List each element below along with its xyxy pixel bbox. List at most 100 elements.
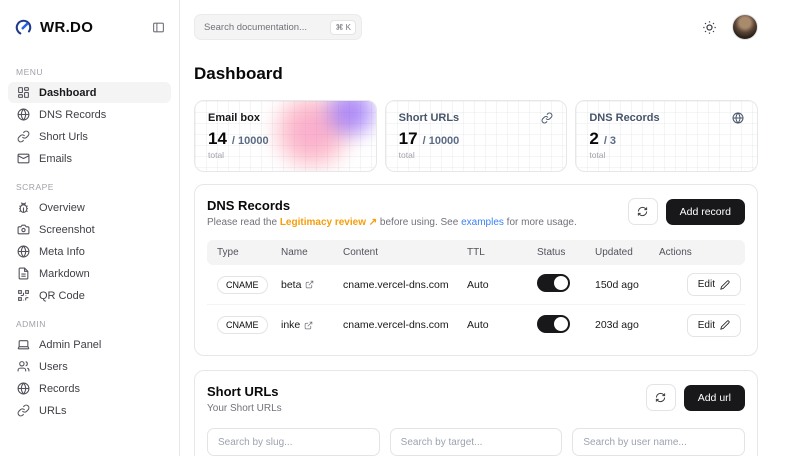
stat-card-email-box: Email box 14 / 10000 total <box>194 100 377 172</box>
camera-icon <box>17 223 30 236</box>
col-header-actions: Actions <box>649 247 745 258</box>
sidebar-item-label: Admin Panel <box>39 339 101 351</box>
pencil-icon <box>720 320 730 330</box>
edit-record-button[interactable]: Edit <box>687 273 741 296</box>
sidebar-item-short-urls[interactable]: Short Urls <box>8 126 171 147</box>
stat-value: 2 <box>589 129 598 149</box>
record-content: cname.vercel-dns.com <box>333 279 457 291</box>
bug-icon <box>17 201 30 214</box>
search-input[interactable] <box>204 22 324 33</box>
stat-title: DNS Records <box>589 112 659 124</box>
search-by-user-name-input[interactable] <box>572 428 745 456</box>
stat-limit: / 3 <box>604 135 616 147</box>
sidebar-item-admin-panel[interactable]: Admin Panel <box>8 334 171 355</box>
sidebar-item-label: URLs <box>39 405 67 417</box>
sidebar-item-screenshot[interactable]: Screenshot <box>8 219 171 240</box>
sidebar-item-label: Users <box>39 361 68 373</box>
link-icon <box>17 130 30 143</box>
stat-caption: total <box>589 150 744 160</box>
status-toggle[interactable] <box>537 315 570 333</box>
add-url-button[interactable]: Add url <box>684 385 745 411</box>
link-icon <box>17 404 30 417</box>
globe-icon <box>17 108 30 121</box>
add-record-button[interactable]: Add record <box>666 199 745 225</box>
page-title: Dashboard <box>194 64 758 84</box>
record-ttl: Auto <box>457 319 527 331</box>
stat-limit: / 10000 <box>232 135 269 147</box>
sidebar-collapse-icon[interactable] <box>152 21 165 34</box>
short-urls-panel-subtitle: Your Short URLs <box>207 403 282 414</box>
page-content: Dashboard Email box 14 / 10000 total <box>180 54 800 456</box>
dns-table-row: CNAME inke cname.vercel-dns.com Auto 203… <box>207 305 745 345</box>
link-icon <box>541 112 553 124</box>
short-urls-panel: Short URLs Your Short URLs Add url <box>194 370 758 456</box>
sidebar-item-users[interactable]: Users <box>8 356 171 377</box>
dashboard-icon <box>17 86 30 99</box>
sidebar-item-qr-code[interactable]: QR Code <box>8 285 171 306</box>
search-by-target-input[interactable] <box>390 428 563 456</box>
col-header-name: Name <box>271 247 333 258</box>
users-icon <box>17 360 30 373</box>
col-header-content: Content <box>333 247 457 258</box>
dns-table: Type Name Content TTL Status Updated Act… <box>207 240 745 345</box>
dns-table-header-row: Type Name Content TTL Status Updated Act… <box>207 240 745 265</box>
refresh-button[interactable] <box>646 384 676 411</box>
record-content: cname.vercel-dns.com <box>333 319 457 331</box>
search-by-slug-input[interactable] <box>207 428 380 456</box>
sidebar-item-urls[interactable]: URLs <box>8 400 171 421</box>
edit-button-label: Edit <box>698 320 715 331</box>
col-header-updated: Updated <box>585 247 649 258</box>
sidebar-item-label: Dashboard <box>39 87 96 99</box>
sidebar-item-markdown[interactable]: Markdown <box>8 263 171 284</box>
globe-icon <box>17 245 30 258</box>
dns-panel-title: DNS Records <box>207 198 577 213</box>
stat-caption: total <box>208 150 363 160</box>
short-urls-panel-title: Short URLs <box>207 384 282 399</box>
legitimacy-review-link[interactable]: Legitimacy review ↗ <box>280 217 377 228</box>
col-header-ttl: TTL <box>457 247 527 258</box>
record-updated: 150d ago <box>585 279 649 291</box>
record-name[interactable]: beta <box>281 279 301 291</box>
refresh-icon <box>655 392 666 403</box>
logo-row: WR.DO <box>0 0 179 54</box>
sidebar-item-overview[interactable]: Overview <box>8 197 171 218</box>
search-box[interactable]: ⌘ K <box>194 14 362 40</box>
theme-toggle-sun-icon[interactable] <box>702 20 717 35</box>
sidebar-item-label: DNS Records <box>39 109 106 121</box>
record-name[interactable]: inke <box>281 319 300 331</box>
user-avatar[interactable] <box>732 14 758 40</box>
sidebar: WR.DO MENU Dashboard DNS Records Sh <box>0 0 180 456</box>
sidebar-item-label: Emails <box>39 153 72 165</box>
sidebar-item-label: Records <box>39 383 80 395</box>
stat-card-dns-records: DNS Records 2 / 3 total <box>575 100 758 172</box>
refresh-icon <box>637 206 648 217</box>
stats-row: Email box 14 / 10000 total Short URLs <box>194 100 758 172</box>
desc-text: Please read the <box>207 217 280 228</box>
external-link-icon <box>305 280 314 289</box>
record-type-badge: CNAME <box>217 316 268 334</box>
short-urls-filters <box>207 428 745 456</box>
laptop-icon <box>17 338 30 351</box>
stat-caption: total <box>399 150 554 160</box>
edit-record-button[interactable]: Edit <box>687 314 741 337</box>
examples-link[interactable]: examples <box>461 217 504 228</box>
sidebar-item-dashboard[interactable]: Dashboard <box>8 82 171 103</box>
dns-table-row: CNAME beta cname.vercel-dns.com Auto 150… <box>207 265 745 305</box>
sidebar-item-emails[interactable]: Emails <box>8 148 171 169</box>
sidebar-item-label: Short Urls <box>39 131 88 143</box>
external-link-icon <box>304 321 313 330</box>
sidebar-item-dns-records[interactable]: DNS Records <box>8 104 171 125</box>
refresh-button[interactable] <box>628 198 658 225</box>
sidebar-item-meta-info[interactable]: Meta Info <box>8 241 171 262</box>
record-type-badge: CNAME <box>217 276 268 294</box>
globe-icon <box>732 112 744 124</box>
dns-panel-description: Please read the Legitimacy review ↗ befo… <box>207 217 577 228</box>
main-area: ⌘ K Dashboard Email box <box>180 0 800 456</box>
record-ttl: Auto <box>457 279 527 291</box>
stat-card-short-urls: Short URLs 17 / 10000 total <box>385 100 568 172</box>
brand-name: WR.DO <box>40 19 93 36</box>
sidebar-item-records[interactable]: Records <box>8 378 171 399</box>
brand-gauge-icon <box>14 18 33 37</box>
status-toggle[interactable] <box>537 274 570 292</box>
app-root: WR.DO MENU Dashboard DNS Records Sh <box>0 0 800 456</box>
